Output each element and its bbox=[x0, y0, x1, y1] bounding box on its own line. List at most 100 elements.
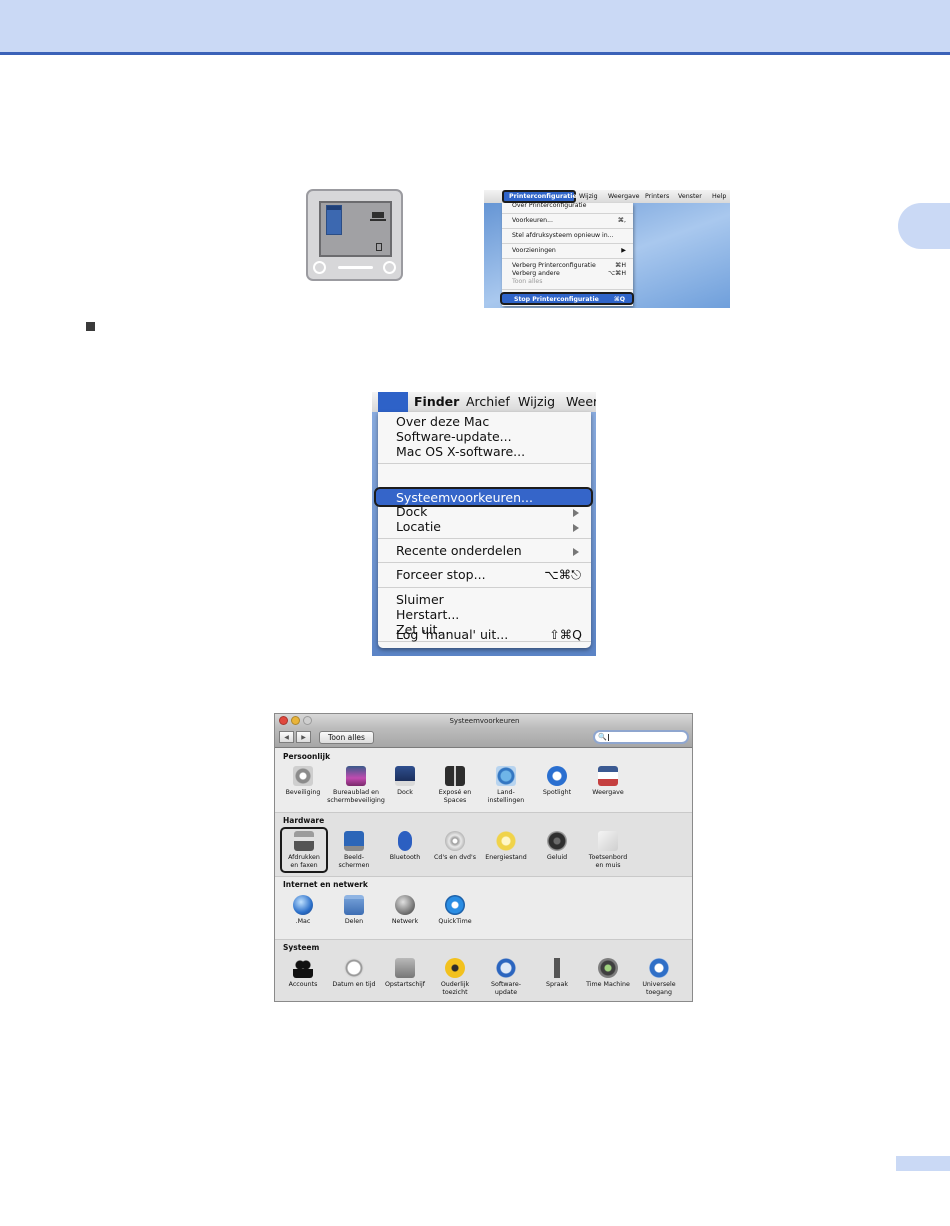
pref-expose-spaces[interactable]: Exposé en Spaces bbox=[427, 766, 483, 804]
menu-item-about-mac[interactable]: Over deze Mac bbox=[396, 414, 489, 429]
pref-international[interactable]: Land- instellingen bbox=[478, 766, 534, 804]
pref-sound[interactable]: Geluid bbox=[529, 831, 585, 862]
pref-startup-disk[interactable]: Opstartschijf bbox=[377, 958, 433, 989]
mac-computer-illustration bbox=[306, 189, 403, 281]
menu-weergave[interactable]: Weergave bbox=[608, 193, 640, 200]
pref-displays[interactable]: Beeld- schermen bbox=[326, 831, 382, 869]
pref-quicktime[interactable]: QuickTime bbox=[427, 895, 483, 926]
pref-security[interactable]: Beveiliging bbox=[275, 766, 331, 797]
window-toolbar: ◀ ▶ Toon alles 🔍 bbox=[275, 728, 692, 748]
menu-separator bbox=[378, 562, 591, 563]
shortcut-hide-others: ⌥⌘H bbox=[608, 270, 626, 277]
menu-item-hide[interactable]: Verberg Printerconfiguratie bbox=[512, 262, 596, 269]
section-personal: Persoonlijk Beveiliging Bureaublad en sc… bbox=[275, 749, 692, 813]
apple-menu-button[interactable] bbox=[378, 392, 408, 412]
menu-venster[interactable]: Venster bbox=[678, 193, 702, 200]
clock-icon bbox=[344, 958, 364, 978]
pref-energy-saver[interactable]: Energiestand bbox=[478, 831, 534, 862]
pref-spotlight[interactable]: Spotlight bbox=[529, 766, 585, 797]
shortcut-preferences: ⌘, bbox=[617, 217, 626, 224]
menu-item-preferences[interactable]: Voorkeuren... bbox=[512, 217, 553, 224]
mac-screen bbox=[319, 201, 392, 257]
back-button[interactable]: ◀ bbox=[279, 731, 294, 743]
menu-item-recent-items[interactable]: Recente onderdelen bbox=[396, 543, 522, 558]
software-update-icon bbox=[496, 958, 516, 978]
menu-archief[interactable]: Archief bbox=[466, 394, 510, 409]
zoom-button[interactable] bbox=[303, 716, 312, 725]
pref-dotmac[interactable]: .Mac bbox=[275, 895, 331, 926]
globe-flag-icon bbox=[496, 766, 516, 786]
menu-item-show-all: Toon alles bbox=[512, 278, 543, 285]
menu-item-force-quit[interactable]: Forceer stop... bbox=[396, 567, 486, 582]
hard-disk-icon bbox=[370, 212, 386, 221]
section-header: Hardware bbox=[283, 816, 325, 825]
quicktime-icon bbox=[445, 895, 465, 915]
pref-speech[interactable]: Spraak bbox=[529, 958, 585, 989]
printer-icon bbox=[294, 831, 314, 851]
disc-slot bbox=[338, 266, 373, 269]
pref-print-fax[interactable]: Afdrukken en faxen bbox=[276, 831, 332, 869]
bullet-square bbox=[86, 322, 95, 331]
submenu-arrow-icon bbox=[573, 509, 579, 517]
quit-label: Stop Printerconfiguratie bbox=[514, 296, 599, 303]
menu-separator bbox=[502, 289, 633, 290]
pref-date-time[interactable]: Datum en tijd bbox=[326, 958, 382, 989]
close-button[interactable] bbox=[279, 716, 288, 725]
menu-item-location[interactable]: Locatie bbox=[396, 519, 441, 534]
menu-finder[interactable]: Finder bbox=[414, 394, 459, 409]
pref-cds-dvds[interactable]: Cd's en dvd's bbox=[427, 831, 483, 862]
menu-item-software-update[interactable]: Software-update... bbox=[396, 429, 512, 444]
time-machine-icon bbox=[598, 958, 618, 978]
menu-wijzig[interactable]: Wijzig bbox=[518, 394, 555, 409]
accounts-icon bbox=[293, 958, 313, 978]
apple-menu-screenshot: Finder Archief Wijzig Weerg Over deze Ma… bbox=[372, 392, 596, 656]
disc-icon bbox=[445, 831, 465, 851]
pref-appearance[interactable]: Weergave bbox=[580, 766, 636, 797]
menu-help[interactable]: Help bbox=[712, 193, 726, 200]
menu-item-reset-printing[interactable]: Stel afdruksysteem opnieuw in... bbox=[512, 232, 614, 239]
menu-item-dock[interactable]: Dock bbox=[396, 504, 427, 519]
menu-item-quit[interactable]: Stop Printerconfiguratie ⌘Q bbox=[500, 292, 634, 305]
menu-weergave[interactable]: Weerg bbox=[566, 394, 596, 409]
search-input[interactable]: 🔍 bbox=[593, 730, 689, 744]
menu-item-osx-software[interactable]: Mac OS X-software... bbox=[396, 444, 525, 459]
menu-printers[interactable]: Printers bbox=[645, 193, 669, 200]
search-icon: 🔍 bbox=[598, 733, 607, 741]
menu-separator bbox=[502, 213, 633, 214]
section-system: Systeem Accounts Datum en tijd Opstartsc… bbox=[275, 940, 692, 1001]
menu-separator bbox=[378, 587, 591, 588]
lightbulb-icon bbox=[496, 831, 516, 851]
pref-keyboard-mouse[interactable]: Toetsenbord en muis bbox=[580, 831, 636, 869]
pref-universal-access[interactable]: Universele toegang bbox=[631, 958, 687, 996]
forward-button[interactable]: ▶ bbox=[296, 731, 311, 743]
dock-icon bbox=[395, 766, 415, 786]
pref-network[interactable]: Netwerk bbox=[377, 895, 433, 926]
page-number-tab bbox=[896, 1156, 950, 1171]
speaker-right-icon bbox=[383, 261, 396, 274]
menu-item-logout[interactable]: Log 'manual' uit... bbox=[396, 627, 508, 642]
menu-item-services[interactable]: Voorzieningen bbox=[512, 247, 556, 254]
show-all-button[interactable]: Toon alles bbox=[319, 731, 374, 744]
pref-accounts[interactable]: Accounts bbox=[275, 958, 331, 989]
menu-item-restart[interactable]: Herstart... bbox=[396, 607, 459, 622]
menu-separator bbox=[502, 258, 633, 259]
menu-item-sleep[interactable]: Sluimer bbox=[396, 592, 444, 607]
pref-software-update[interactable]: Software- update bbox=[478, 958, 534, 996]
pref-parental-controls[interactable]: Ouderlijk toezicht bbox=[427, 958, 483, 996]
spotlight-icon bbox=[547, 766, 567, 786]
network-globe-icon bbox=[395, 895, 415, 915]
pref-time-machine[interactable]: Time Machine bbox=[580, 958, 636, 989]
pref-dock[interactable]: Dock bbox=[377, 766, 433, 797]
pref-sharing[interactable]: Delen bbox=[326, 895, 382, 926]
pref-bluetooth[interactable]: Bluetooth bbox=[377, 831, 433, 862]
menu-wijzig[interactable]: Wijzig bbox=[579, 193, 598, 200]
text-caret bbox=[608, 734, 609, 741]
menu-item-hide-others[interactable]: Verberg andere bbox=[512, 270, 560, 277]
startup-disk-icon bbox=[395, 958, 415, 978]
menu-item-about[interactable]: Over Printerconfiguratie bbox=[512, 202, 586, 209]
minimize-button[interactable] bbox=[291, 716, 300, 725]
dotmac-globe-icon bbox=[293, 895, 313, 915]
expose-grid-icon bbox=[445, 766, 465, 786]
section-header: Internet en netwerk bbox=[283, 880, 368, 889]
universal-access-icon bbox=[649, 958, 669, 978]
